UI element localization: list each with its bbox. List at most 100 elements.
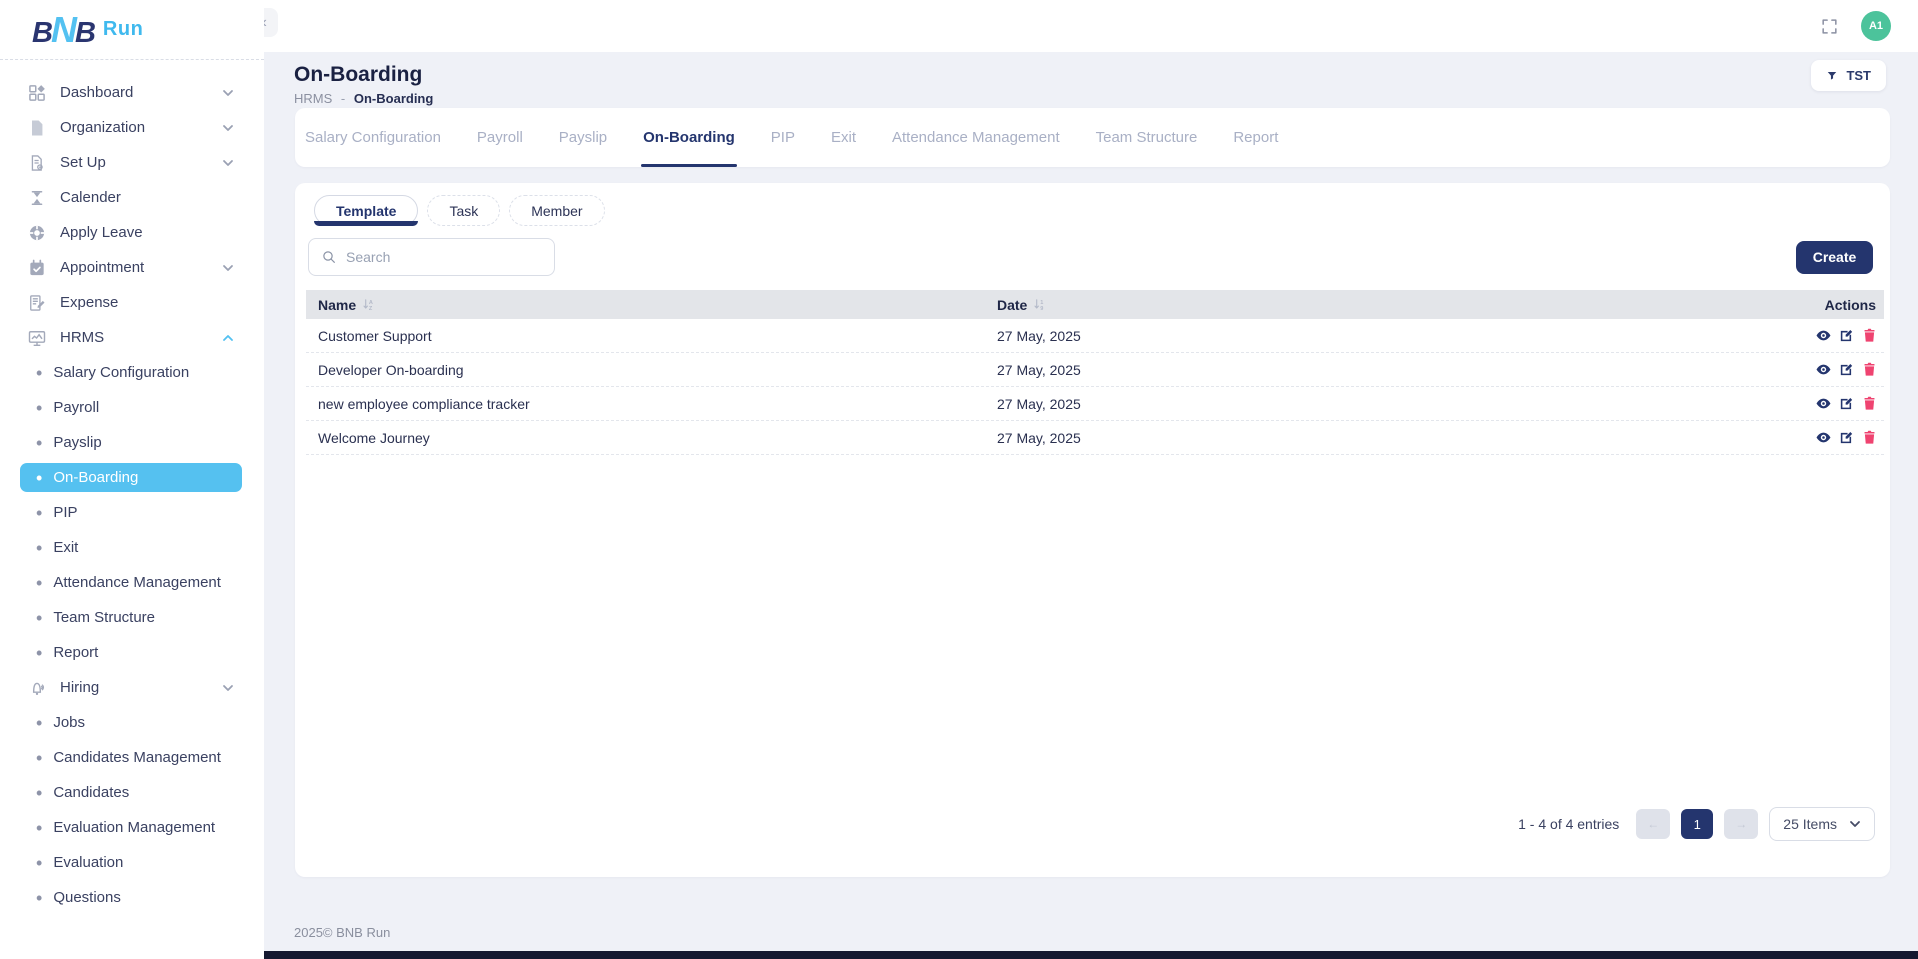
bullet-icon: • [36,648,42,658]
tab-report[interactable]: Report [1233,108,1278,167]
sidebar-item-candidates[interactable]: • Candidates [0,775,264,810]
horizontal-scrollbar[interactable] [264,951,1918,959]
delete-button[interactable] [1861,327,1878,344]
sidebar-item-set-up[interactable]: Set Up [0,145,264,180]
tab-payroll[interactable]: Payroll [477,108,523,167]
column-header-date[interactable]: Date [997,297,1744,313]
sidebar-item-exit[interactable]: • Exit [0,530,264,565]
eye-icon [1815,327,1832,344]
sidebar-item-attendance-management[interactable]: • Attendance Management [0,565,264,600]
sidebar-item-dashboard[interactable]: Dashboard [0,75,264,110]
column-header-actions: Actions [1744,297,1884,313]
bullet-icon: • [36,893,42,903]
sidebar-item-organization[interactable]: Organization [0,110,264,145]
tab-payslip[interactable]: Payslip [559,108,607,167]
sidebar-item-pip[interactable]: • PIP [0,495,264,530]
sort-numeric-desc-icon[interactable] [1033,298,1046,311]
tab-on-boarding[interactable]: On-Boarding [643,108,735,167]
trash-icon [1861,327,1878,344]
tab-exit[interactable]: Exit [831,108,856,167]
create-button[interactable]: Create [1796,241,1873,274]
template-name: new employee compliance tracker [306,396,997,412]
page-size-select[interactable]: 25 Items [1769,807,1875,841]
delete-button[interactable] [1861,395,1878,412]
main-area: « A1 On-Boarding HRMS - On-Boarding TST [264,0,1918,959]
sidebar-item-evaluation[interactable]: • Evaluation [0,845,264,880]
edit-button[interactable] [1838,327,1855,344]
view-button[interactable] [1815,395,1832,412]
pagination-next-button[interactable]: → [1724,809,1758,839]
onboarding-panel: Template Task Member Create Name [295,183,1890,877]
bullet-icon: • [36,368,42,378]
sidebar-item-candidates-management[interactable]: • Candidates Management [0,740,264,775]
search-input[interactable] [346,249,536,265]
trash-icon [1861,361,1878,378]
edit-button[interactable] [1838,395,1855,412]
pencil-square-icon [1838,361,1855,378]
chevron-down-icon [222,157,234,169]
template-name: Customer Support [306,328,997,344]
eye-icon [1815,361,1832,378]
view-button[interactable] [1815,327,1832,344]
bullet-icon: • [36,718,42,728]
breadcrumb-separator: - [341,91,345,106]
sidebar-item-report[interactable]: • Report [0,635,264,670]
edit-button[interactable] [1838,361,1855,378]
monitor-icon [27,328,47,348]
sidebar-item-salary-configuration[interactable]: • Salary Configuration [0,355,264,390]
sidebar-item-questions[interactable]: • Questions [0,880,264,915]
fullscreen-button[interactable] [1820,17,1839,36]
column-header-name[interactable]: Name [306,297,997,313]
subtab-member[interactable]: Member [509,195,604,226]
delete-button[interactable] [1861,429,1878,446]
sidebar-item-evaluation-management[interactable]: • Evaluation Management [0,810,264,845]
sidebar-item-appointment[interactable]: Appointment [0,250,264,285]
subtab-template[interactable]: Template [314,195,418,226]
pagination-prev-button[interactable]: ← [1636,809,1670,839]
bullet-icon: • [36,613,42,623]
tab-attendance-management[interactable]: Attendance Management [892,108,1060,167]
chevron-up-icon [222,332,234,344]
topbar: « A1 [264,0,1918,52]
sidebar-item-payslip[interactable]: • Payslip [0,425,264,460]
avatar[interactable]: A1 [1861,11,1891,41]
tab-team-structure[interactable]: Team Structure [1096,108,1198,167]
chevron-down-icon [222,262,234,274]
bullet-icon: • [36,578,42,588]
sidebar-item-calender[interactable]: Calender [0,180,264,215]
pagination-summary: 1 - 4 of 4 entries [1518,816,1619,832]
sidebar-item-jobs[interactable]: • Jobs [0,705,264,740]
document-icon [27,118,47,138]
sort-alpha-desc-icon[interactable] [362,298,375,311]
sidebar-item-payroll[interactable]: • Payroll [0,390,264,425]
table-row: Developer On-boarding 27 May, 2025 [306,353,1884,387]
sidebar-item-expense[interactable]: Expense [0,285,264,320]
subtab-task[interactable]: Task [427,195,500,226]
sidebar-item-apply-leave[interactable]: Apply Leave [0,215,264,250]
delete-button[interactable] [1861,361,1878,378]
module-tabs: Salary Configuration Payroll Payslip On-… [295,108,1890,167]
view-button[interactable] [1815,361,1832,378]
trash-icon [1861,395,1878,412]
tab-pip[interactable]: PIP [771,108,795,167]
tenant-filter-button[interactable]: TST [1811,60,1886,91]
life-ring-icon [27,223,47,243]
table-row: Welcome Journey 27 May, 2025 [306,421,1884,455]
table-row: Customer Support 27 May, 2025 [306,319,1884,353]
sidebar-item-on-boarding[interactable]: • On-Boarding [20,463,242,492]
tab-salary-configuration[interactable]: Salary Configuration [305,108,441,167]
table-header-row: Name Date Actions [306,290,1884,319]
row-actions [1744,327,1884,344]
template-table: Name Date Actions Customer Support 27 Ma… [306,290,1884,455]
sidebar-item-hrms[interactable]: HRMS [0,320,264,355]
sidebar-item-hiring[interactable]: Hiring [0,670,264,705]
chevron-down-icon [222,682,234,694]
breadcrumb-parent[interactable]: HRMS [294,91,332,106]
row-actions [1744,395,1884,412]
edit-button[interactable] [1838,429,1855,446]
row-actions [1744,361,1884,378]
search-icon [321,249,337,265]
view-button[interactable] [1815,429,1832,446]
pagination-page-1[interactable]: 1 [1681,809,1713,839]
sidebar-item-team-structure[interactable]: • Team Structure [0,600,264,635]
